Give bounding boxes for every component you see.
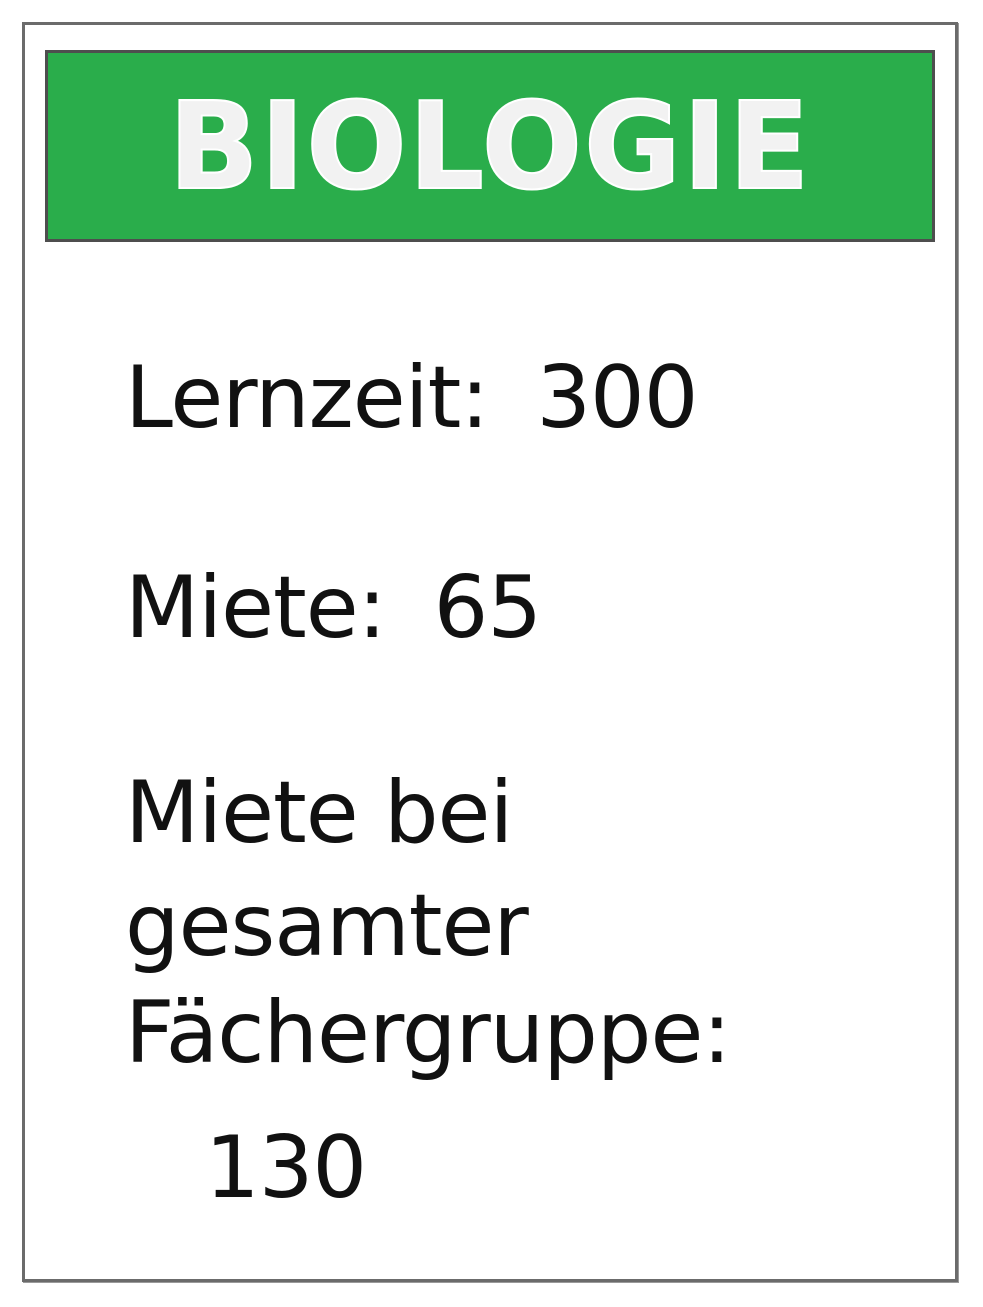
subject-card: BIOLOGIE Lernzeit: 300 Miete: 65 Miete bei… (22, 22, 958, 1282)
miete-gesamt-label-line2: gesamter (125, 876, 529, 976)
miete-value: 65 (433, 558, 542, 658)
miete-gesamt-label-line3: Fächergruppe: (125, 983, 731, 1083)
lernzeit-row: Lernzeit: 300 (125, 355, 698, 441)
miete-row: Miete: 65 (125, 565, 542, 651)
miete-label: Miete: (125, 558, 387, 658)
card-title: BIOLOGIE (168, 75, 812, 217)
lernzeit-value: 300 (536, 348, 698, 448)
miete-gesamt-value: 130 (205, 1118, 367, 1218)
lernzeit-label: Lernzeit: (125, 348, 489, 448)
card-header: BIOLOGIE (45, 50, 935, 242)
page: BIOLOGIE Lernzeit: 300 Miete: 65 Miete bei… (0, 0, 983, 1307)
miete-gesamt-label-line1: Miete bei (125, 763, 513, 863)
